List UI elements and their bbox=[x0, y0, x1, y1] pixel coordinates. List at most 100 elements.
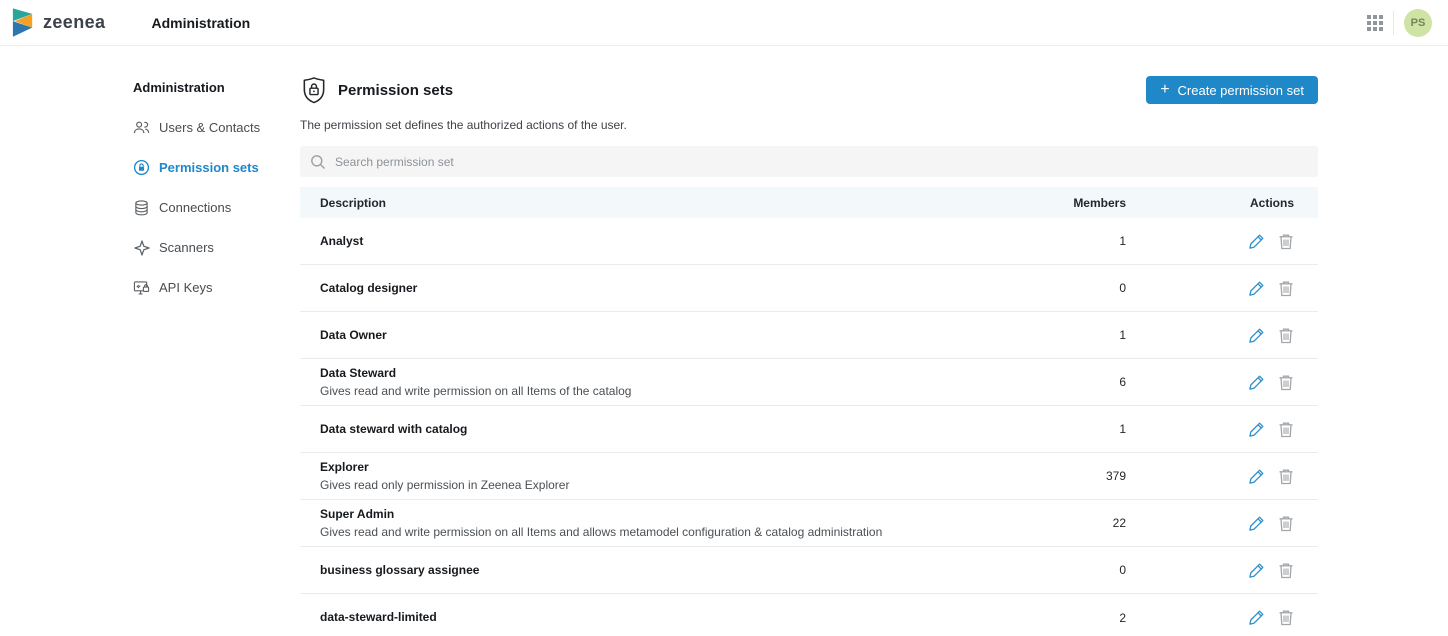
edit-button[interactable] bbox=[1248, 233, 1265, 250]
users-icon bbox=[133, 119, 150, 136]
row-members: 1 bbox=[1026, 422, 1126, 436]
permission-set-name: Explorer bbox=[320, 460, 1026, 475]
search-icon bbox=[310, 154, 326, 170]
permission-table-body: Analyst 1 Catalog designer bbox=[300, 218, 1318, 636]
delete-button[interactable] bbox=[1278, 609, 1294, 626]
delete-button[interactable] bbox=[1278, 280, 1294, 297]
permission-set-subtitle: Gives read only permission in Zeenea Exp… bbox=[320, 478, 1026, 493]
table-row: business glossary assignee 0 bbox=[300, 547, 1318, 594]
sidebar-item-label: Connections bbox=[159, 200, 231, 215]
edit-pencil-icon bbox=[1248, 280, 1265, 297]
delete-button[interactable] bbox=[1278, 233, 1294, 250]
table-row: Data Owner 1 bbox=[300, 312, 1318, 359]
edit-button[interactable] bbox=[1248, 280, 1265, 297]
permission-set-name: Data Steward bbox=[320, 366, 1026, 381]
row-members: 0 bbox=[1026, 281, 1126, 295]
sidebar-item-scanners[interactable]: Scanners bbox=[133, 239, 300, 256]
page-title: Permission sets bbox=[338, 82, 453, 99]
edit-pencil-icon bbox=[1248, 515, 1265, 532]
edit-pencil-icon bbox=[1248, 327, 1265, 344]
permission-set-subtitle: Gives read and write permission on all I… bbox=[320, 525, 1026, 540]
row-members: 1 bbox=[1026, 234, 1126, 248]
permission-set-name: Catalog designer bbox=[320, 281, 1026, 296]
edit-pencil-icon bbox=[1248, 562, 1265, 579]
delete-button[interactable] bbox=[1278, 421, 1294, 438]
column-actions: Actions bbox=[1174, 196, 1294, 210]
permission-set-name: Data steward with catalog bbox=[320, 422, 1026, 437]
edit-pencil-icon bbox=[1248, 374, 1265, 391]
edit-button[interactable] bbox=[1248, 609, 1265, 626]
permission-set-subtitle: Gives read and write permission on all I… bbox=[320, 384, 1026, 399]
permission-set-name: Super Admin bbox=[320, 507, 1026, 522]
sidebar-item-connections[interactable]: Connections bbox=[133, 199, 300, 216]
table-row: data-steward-limited 2 bbox=[300, 594, 1318, 636]
user-avatar[interactable]: PS bbox=[1404, 9, 1432, 37]
page-description: The permission set defines the authorize… bbox=[300, 118, 627, 132]
trash-icon bbox=[1278, 233, 1294, 250]
permission-set-name: Analyst bbox=[320, 234, 1026, 249]
trash-icon bbox=[1278, 374, 1294, 391]
sidebar-item-label: API Keys bbox=[159, 280, 212, 295]
delete-button[interactable] bbox=[1278, 515, 1294, 532]
permission-lock-icon bbox=[133, 159, 150, 176]
database-icon bbox=[133, 199, 150, 216]
table-row: Explorer Gives read only permission in Z… bbox=[300, 453, 1318, 500]
edit-button[interactable] bbox=[1248, 468, 1265, 485]
permission-sets-table: Description Members Actions Analyst 1 bbox=[300, 187, 1318, 636]
search-input[interactable] bbox=[335, 155, 1308, 169]
table-row: Super Admin Gives read and write permiss… bbox=[300, 500, 1318, 547]
main-content: Permission sets The permission set defin… bbox=[300, 46, 1448, 636]
edit-button[interactable] bbox=[1248, 327, 1265, 344]
row-members: 22 bbox=[1026, 516, 1126, 530]
delete-button[interactable] bbox=[1278, 374, 1294, 391]
trash-icon bbox=[1278, 468, 1294, 485]
table-header: Description Members Actions bbox=[300, 187, 1318, 218]
edit-button[interactable] bbox=[1248, 515, 1265, 532]
column-description: Description bbox=[320, 196, 1026, 210]
topbar: zeenea Administration PS bbox=[0, 0, 1448, 46]
edit-pencil-icon bbox=[1248, 421, 1265, 438]
delete-button[interactable] bbox=[1278, 468, 1294, 485]
sidebar-item-api-keys[interactable]: API Keys bbox=[133, 279, 300, 296]
edit-pencil-icon bbox=[1248, 468, 1265, 485]
scanner-icon bbox=[133, 239, 150, 256]
trash-icon bbox=[1278, 609, 1294, 626]
trash-icon bbox=[1278, 562, 1294, 579]
delete-button[interactable] bbox=[1278, 562, 1294, 579]
topbar-title: Administration bbox=[151, 15, 250, 31]
row-members: 1 bbox=[1026, 328, 1126, 342]
table-row: Data steward with catalog 1 bbox=[300, 406, 1318, 453]
edit-pencil-icon bbox=[1248, 233, 1265, 250]
delete-button[interactable] bbox=[1278, 327, 1294, 344]
row-members: 379 bbox=[1026, 469, 1126, 483]
trash-icon bbox=[1278, 327, 1294, 344]
table-row: Catalog designer 0 bbox=[300, 265, 1318, 312]
row-members: 6 bbox=[1026, 375, 1126, 389]
sidebar-item-label: Users & Contacts bbox=[159, 120, 260, 135]
create-permission-set-button[interactable]: + Create permission set bbox=[1146, 76, 1318, 104]
sidebar-item-permission-sets[interactable]: Permission sets bbox=[133, 159, 300, 176]
brand-logo[interactable]: zeenea bbox=[12, 8, 105, 38]
sidebar-item-users-contacts[interactable]: Users & Contacts bbox=[133, 119, 300, 136]
topbar-divider bbox=[1393, 11, 1394, 35]
sidebar: Administration Users & Contacts bbox=[0, 46, 300, 636]
edit-pencil-icon bbox=[1248, 609, 1265, 626]
api-keys-icon bbox=[133, 279, 150, 296]
search-bar bbox=[300, 146, 1318, 177]
apps-grid-icon[interactable] bbox=[1367, 15, 1383, 31]
permission-set-name: Data Owner bbox=[320, 328, 1026, 343]
sidebar-heading: Administration bbox=[133, 80, 300, 95]
sidebar-item-label: Permission sets bbox=[159, 160, 259, 175]
trash-icon bbox=[1278, 280, 1294, 297]
permission-set-shield-icon bbox=[300, 76, 328, 105]
trash-icon bbox=[1278, 421, 1294, 438]
edit-button[interactable] bbox=[1248, 374, 1265, 391]
column-members: Members bbox=[1026, 196, 1126, 210]
table-row: Data Steward Gives read and write permis… bbox=[300, 359, 1318, 406]
create-button-label: Create permission set bbox=[1178, 83, 1304, 98]
zeenea-logo-icon bbox=[12, 8, 34, 38]
edit-button[interactable] bbox=[1248, 562, 1265, 579]
edit-button[interactable] bbox=[1248, 421, 1265, 438]
permission-set-name: data-steward-limited bbox=[320, 610, 1026, 625]
table-row: Analyst 1 bbox=[300, 218, 1318, 265]
